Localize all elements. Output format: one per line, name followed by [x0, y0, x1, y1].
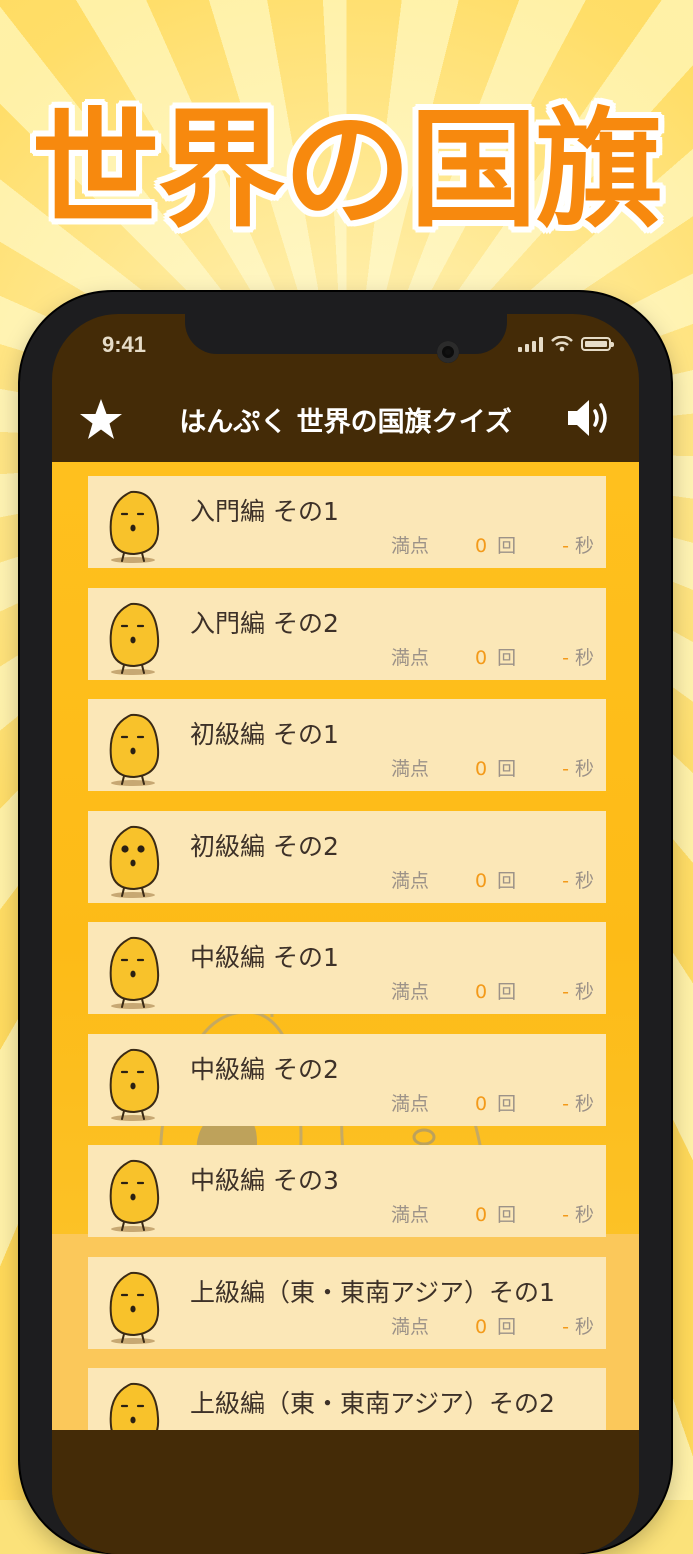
- stage-item[interactable]: 初級編 その1 満点 0 回 - 秒: [88, 699, 606, 791]
- stage-item[interactable]: 初級編 その2 満点 0 回 - 秒: [88, 810, 606, 903]
- nav-bar: はんぷく 世界の国旗クイズ: [52, 374, 639, 456]
- bottom-bar: [52, 1430, 639, 1554]
- hero-title: 世界の国旗: [31, 96, 663, 245]
- nav-title: はんぷく 世界の国旗クイズ: [179, 407, 512, 438]
- count-unit: 回: [497, 1092, 517, 1115]
- best-time: -: [562, 1315, 569, 1338]
- signal-icon: [518, 336, 543, 352]
- time-unit: 秒: [574, 646, 594, 669]
- potato-mascot-icon: [98, 1042, 168, 1122]
- time-unit: 秒: [574, 758, 594, 780]
- stage-title: 中級編 その2: [190, 1054, 339, 1084]
- time-unit: 秒: [574, 1315, 594, 1338]
- potato-mascot-icon: [98, 1376, 168, 1430]
- perfect-count: 0: [475, 646, 488, 669]
- best-time: -: [562, 981, 569, 1003]
- perfect-score-label: 満点: [391, 646, 430, 669]
- camera-icon: [437, 341, 459, 363]
- perfect-count: 0: [475, 535, 488, 557]
- status-icons: [518, 336, 614, 352]
- battery-icon: [581, 337, 614, 351]
- count-unit: 回: [497, 869, 517, 892]
- potato-mascot-icon: [98, 1153, 168, 1233]
- stage-score: 満点 0 回 - 秒: [391, 1089, 594, 1116]
- perfect-count: 0: [475, 869, 488, 892]
- status-time: 9:41: [102, 332, 147, 357]
- stage-item[interactable]: 上級編（東・東南アジア）その2: [88, 1368, 606, 1430]
- stage-title: 初級編 その2: [190, 831, 339, 861]
- speaker-icon[interactable]: [565, 396, 615, 440]
- potato-mascot-icon: [98, 819, 168, 899]
- potato-mascot-icon: [98, 484, 168, 564]
- perfect-score-label: 満点: [391, 535, 430, 557]
- stage-title: 中級編 その3: [190, 1166, 339, 1195]
- stage-item[interactable]: 上級編（東・東南アジア）その1 満点 0 回 - 秒: [88, 1256, 606, 1349]
- app-screen: 9:41 はんぷく 世界の国旗クイズ 入門編 その1 満点 0 回 - 秒 入門…: [52, 314, 639, 1554]
- time-unit: 秒: [574, 869, 594, 892]
- stage-score: 満点 0 回 - 秒: [391, 531, 594, 558]
- potato-mascot-icon: [98, 1265, 168, 1345]
- perfect-count: 0: [475, 1315, 488, 1338]
- stage-score: 満点 0 回 - 秒: [391, 977, 594, 1004]
- time-unit: 秒: [574, 981, 594, 1003]
- perfect-score-label: 満点: [391, 1315, 430, 1338]
- stage-item[interactable]: 入門編 その2 満点 0 回 - 秒: [88, 587, 606, 680]
- stage-score: 満点 0 回 - 秒: [391, 754, 594, 781]
- stage-title: 入門編 その1: [190, 497, 339, 526]
- stage-score: 満点 0 回 - 秒: [391, 1200, 594, 1227]
- stage-score: 満点 0 回 - 秒: [391, 643, 594, 670]
- stage-item[interactable]: 入門編 その1 満点 0 回 - 秒: [88, 476, 606, 568]
- count-unit: 回: [497, 535, 517, 557]
- phone-frame: 9:41 はんぷく 世界の国旗クイズ 入門編 その1 満点 0 回 - 秒 入門…: [20, 292, 671, 1554]
- perfect-count: 0: [475, 1204, 488, 1226]
- best-time: -: [562, 535, 569, 557]
- stage-item[interactable]: 中級編 その1 満点 0 回 - 秒: [88, 922, 606, 1014]
- stage-title: 初級編 その1: [190, 720, 339, 749]
- stage-title: 中級編 その1: [190, 943, 339, 972]
- perfect-score-label: 満点: [391, 758, 430, 780]
- perfect-count: 0: [475, 981, 488, 1003]
- perfect-score-label: 満点: [391, 1092, 430, 1115]
- count-unit: 回: [497, 758, 517, 780]
- perfect-count: 0: [475, 1092, 488, 1115]
- best-time: -: [562, 869, 569, 892]
- perfect-score-label: 満点: [391, 981, 430, 1003]
- stage-score: 満点 0 回 - 秒: [391, 1312, 594, 1339]
- count-unit: 回: [497, 1204, 517, 1226]
- count-unit: 回: [497, 646, 517, 669]
- stage-item[interactable]: 中級編 その2 満点 0 回 - 秒: [88, 1033, 606, 1126]
- wifi-icon: [551, 336, 573, 352]
- stage-list[interactable]: 入門編 その1 満点 0 回 - 秒入門編 その2 満点 0 回 - 秒初級編 その1 満点 0 回 - 秒初…: [52, 462, 639, 1430]
- time-unit: 秒: [574, 1092, 594, 1115]
- best-time: -: [562, 1204, 569, 1226]
- perfect-count: 0: [475, 758, 488, 780]
- perfect-score-label: 満点: [391, 1204, 430, 1226]
- count-unit: 回: [497, 1315, 517, 1338]
- potato-mascot-icon: [98, 930, 168, 1010]
- count-unit: 回: [497, 981, 517, 1003]
- potato-mascot-icon: [98, 707, 168, 787]
- stage-title: 上級編（東・東南アジア）その2: [190, 1389, 555, 1418]
- time-unit: 秒: [574, 1204, 594, 1226]
- best-time: -: [562, 758, 569, 780]
- stage-score: 満点 0 回 - 秒: [391, 866, 594, 893]
- stage-title: 入門編 その2: [190, 608, 339, 638]
- stage-item[interactable]: 中級編 その3 満点 0 回 - 秒: [88, 1145, 606, 1237]
- perfect-score-label: 満点: [391, 869, 430, 892]
- phone-notch: [185, 314, 507, 354]
- stage-title: 上級編（東・東南アジア）その1: [190, 1277, 555, 1307]
- best-time: -: [562, 1092, 569, 1115]
- time-unit: 秒: [574, 535, 594, 557]
- potato-mascot-icon: [98, 596, 168, 676]
- best-time: -: [562, 646, 569, 669]
